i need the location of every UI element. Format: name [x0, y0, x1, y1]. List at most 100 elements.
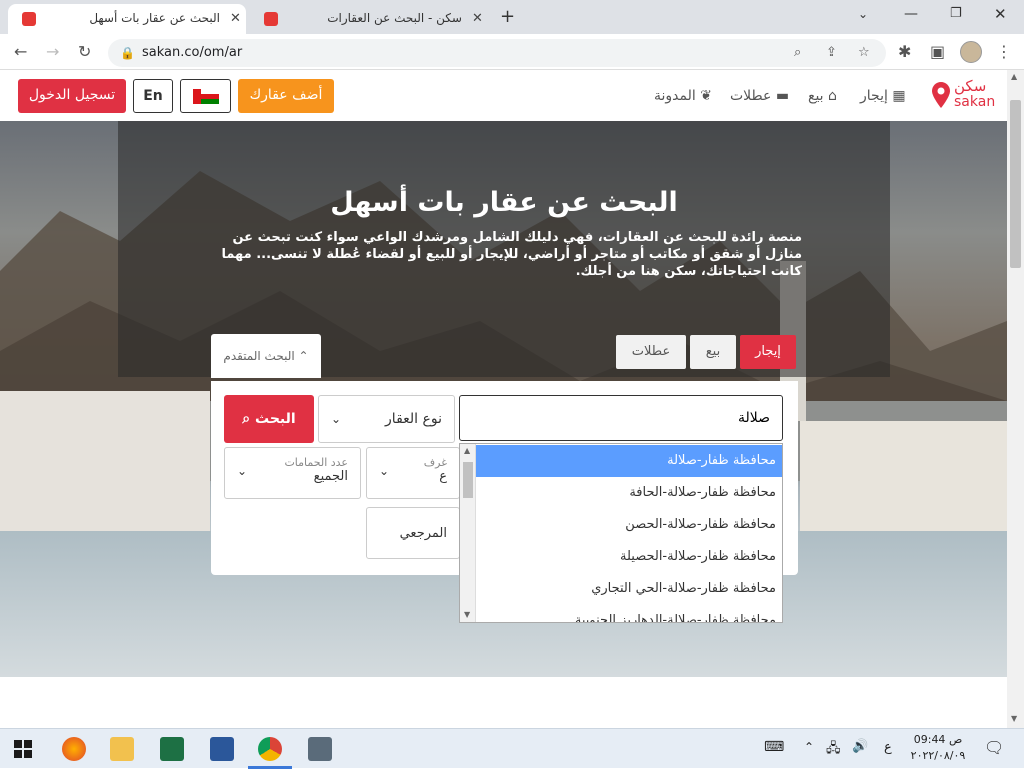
bookmark-star-icon[interactable]: ☆	[858, 39, 870, 67]
new-tab-icon[interactable]: +	[500, 6, 515, 27]
share-icon[interactable]: ⇪	[826, 39, 837, 67]
nav-sale[interactable]: ⌂ بيع	[808, 88, 837, 104]
page-scroll-thumb[interactable]	[1010, 100, 1021, 268]
menu-icon[interactable]: ⋮	[996, 42, 1012, 61]
bathrooms-select[interactable]: عدد الحمامات الجميع ⌄	[224, 447, 361, 499]
scroll-down-icon[interactable]: ▼	[464, 610, 470, 619]
hero-description: منصة رائدة للبحث عن العقارات، فهي دليلك …	[221, 230, 802, 279]
firefox-icon[interactable]	[62, 737, 86, 761]
tab-inactive[interactable]: سكن - البحث عن العقارات ✕	[250, 4, 488, 34]
zoom-icon[interactable]: ⌕	[794, 39, 801, 67]
lock-icon: 🔒	[120, 46, 135, 60]
nav-rent[interactable]: ▦ إيجار	[860, 88, 906, 104]
notifications-icon[interactable]: 🗨	[984, 738, 1004, 757]
nav-holidays[interactable]: ▬ عطلات	[730, 88, 789, 104]
rooms-select[interactable]: غرف ع ⌄	[366, 447, 460, 499]
site-logo[interactable]: سكن sakan	[932, 77, 998, 114]
dropdown-option[interactable]: محافظة ظفار-صلالة-الدهاريز الجنوبية	[476, 605, 782, 622]
scroll-down-icon[interactable]: ▼	[1011, 714, 1017, 723]
reload-icon[interactable]: ↻	[78, 42, 91, 61]
bed-icon: ▬	[775, 88, 790, 104]
map-pin-icon	[932, 82, 950, 108]
extensions-icon[interactable]: ✱	[898, 42, 911, 61]
input-language-indicator[interactable]: ع	[884, 740, 892, 755]
windows-taskbar: ⌨ ⌃ 🖧 🔊 ع 09:44 ص ٢٠٢٢/٠٨/٠٩ 🗨	[0, 728, 1024, 769]
chevron-up-icon: ⌃	[298, 349, 309, 363]
dropdown-option[interactable]: محافظة ظفار-صلالة-الحافة	[476, 477, 782, 509]
site-header: تسجيل الدخول En أضف عقارك ❦ المدونة ▬ عط…	[0, 70, 1007, 121]
browser-tabstrip: البحث عن عقار بات أسهل ✕ سكن - البحث عن …	[0, 0, 1024, 34]
add-property-button[interactable]: أضف عقارك	[238, 79, 334, 113]
search-button[interactable]: ⌕ البحث	[224, 395, 314, 443]
login-button[interactable]: تسجيل الدخول	[18, 79, 126, 113]
scroll-up-icon[interactable]: ▲	[1011, 72, 1017, 81]
profile-avatar[interactable]	[960, 41, 982, 63]
close-icon[interactable]: ✕	[230, 11, 241, 26]
mode-rent-button[interactable]: إيجار	[740, 335, 796, 369]
clock-date: ٢٠٢٢/٠٨/٠٩	[910, 749, 966, 762]
property-type-label: نوع العقار	[385, 411, 442, 427]
building-left	[0, 391, 210, 531]
chevron-down-icon: ⌄	[237, 464, 248, 478]
tab-active[interactable]: البحث عن عقار بات أسهل ✕	[8, 4, 246, 34]
tab-favicon-icon	[22, 12, 36, 26]
chevron-down-icon: ⌄	[379, 464, 390, 478]
excel-icon[interactable]	[160, 737, 184, 761]
chevron-down-icon: ⌄	[331, 412, 342, 426]
dropdown-scroll-thumb[interactable]	[463, 462, 473, 498]
mode-sale-button[interactable]: بيع	[690, 335, 736, 369]
chrome-icon[interactable]	[258, 737, 282, 761]
tab-search-icon[interactable]: ⌄	[858, 7, 868, 21]
back-icon[interactable]: ←	[14, 42, 27, 61]
nav-blog[interactable]: ❦ المدونة	[654, 88, 712, 104]
logo-arabic: سكن	[954, 77, 987, 95]
keyboard-icon[interactable]: ⌨	[764, 739, 784, 755]
dropdown-option[interactable]: محافظة ظفار-صلالة-الحصيلة	[476, 541, 782, 573]
dropdown-scrollbar[interactable]: ▲ ▼	[460, 444, 476, 622]
close-icon[interactable]: ✕	[472, 11, 483, 26]
country-button[interactable]	[180, 79, 231, 113]
tab-title: البحث عن عقار بات أسهل	[89, 11, 220, 25]
address-bar[interactable]: 🔒 sakan.co/om/ar ⌕ ⇪ ☆	[108, 39, 886, 67]
location-search-input[interactable]: صلالة	[459, 395, 783, 441]
advanced-search-label: البحث المتقدم	[223, 349, 295, 363]
show-hidden-icons-icon[interactable]: ⌃	[804, 740, 814, 754]
hero-title: البحث عن عقار بات أسهل	[330, 187, 678, 218]
advanced-search-toggle[interactable]: البحث المتقدم ⌃	[211, 334, 321, 378]
language-button[interactable]: En	[133, 79, 173, 113]
windows-start-icon[interactable]	[14, 740, 32, 758]
calculator-icon[interactable]	[308, 737, 332, 761]
mode-holiday-button[interactable]: عطلات	[616, 335, 686, 369]
clock-time: 09:44 ص	[913, 733, 963, 746]
dropdown-option[interactable]: محافظة ظفار-صلالة-الحي التجاري	[476, 573, 782, 605]
building-icon: ▦	[892, 88, 906, 104]
tab-favicon-icon	[264, 12, 278, 26]
forward-icon[interactable]: →	[46, 42, 59, 61]
volume-icon[interactable]: 🔊	[852, 739, 868, 754]
taskbar-clock[interactable]: 09:44 ص ٢٠٢٢/٠٨/٠٩	[906, 732, 970, 764]
network-icon[interactable]: 🖧	[826, 739, 841, 761]
location-dropdown: ▲ ▼ محافظة ظفار-صلالة محافظة ظفار-صلالة-…	[459, 443, 783, 623]
blog-icon: ❦	[700, 88, 712, 104]
scroll-up-icon[interactable]: ▲	[464, 446, 470, 455]
oman-flag-icon	[193, 89, 219, 104]
word-icon[interactable]	[210, 737, 234, 761]
reference-input[interactable]: المرجعي	[366, 507, 460, 559]
logo-english: sakan	[954, 94, 996, 110]
home-icon: ⌂	[828, 88, 837, 104]
minimize-icon[interactable]: —	[904, 6, 918, 22]
browser-toolbar: ← → ↻ 🔒 sakan.co/om/ar ⌕ ⇪ ☆ ✱ ▣ ⋮	[0, 34, 1024, 70]
page-scrollbar[interactable]: ▲ ▼	[1007, 70, 1024, 728]
maximize-icon[interactable]: ❐	[950, 6, 962, 21]
side-panel-icon[interactable]: ▣	[930, 42, 945, 61]
property-type-select[interactable]: نوع العقار ⌄	[318, 395, 455, 443]
dropdown-option[interactable]: محافظة ظفار-صلالة-الحصن	[476, 509, 782, 541]
reference-placeholder: المرجعي	[399, 526, 447, 541]
search-button-label: البحث	[255, 411, 296, 427]
file-explorer-icon[interactable]	[110, 737, 134, 761]
tab-title: سكن - البحث عن العقارات	[327, 11, 462, 25]
building-right	[800, 421, 1007, 531]
url-text: sakan.co/om/ar	[142, 45, 243, 60]
dropdown-option[interactable]: محافظة ظفار-صلالة	[476, 445, 782, 477]
window-close-icon[interactable]: ✕	[994, 5, 1007, 23]
